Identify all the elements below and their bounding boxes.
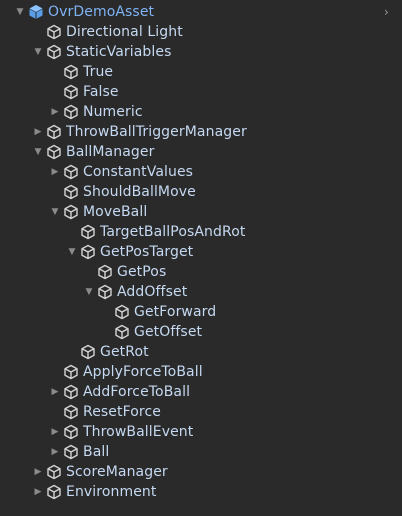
- hierarchy-panel: ▼ OvrDemoAsset › ▶Directional Light▼Stat…: [0, 0, 402, 516]
- collapse-arrow-icon[interactable]: ▶: [32, 482, 44, 502]
- gameobject-cube-icon: [63, 184, 79, 200]
- hierarchy-item[interactable]: ▶ ThrowBallTriggerManager: [0, 122, 402, 142]
- collapse-arrow-icon[interactable]: ▶: [32, 122, 44, 142]
- hierarchy-item[interactable]: ▼ MoveBall: [0, 202, 402, 222]
- expand-arrow-icon[interactable]: ▼: [49, 202, 61, 222]
- gameobject-cube-icon: [46, 124, 62, 140]
- hierarchy-item-label: ApplyForceToBall: [83, 364, 203, 380]
- hierarchy-item-label: BallManager: [66, 144, 155, 160]
- hierarchy-item[interactable]: ▼ BallManager: [0, 142, 402, 162]
- hierarchy-item-label: ThrowBallTriggerManager: [66, 124, 247, 140]
- gameobject-cube-icon: [63, 104, 79, 120]
- hierarchy-item[interactable]: ▶ Environment: [0, 482, 402, 502]
- collapse-arrow-icon[interactable]: ▶: [49, 382, 61, 402]
- gameobject-cube-icon: [63, 64, 79, 80]
- hierarchy-item-label: AddOffset: [117, 284, 188, 300]
- collapse-arrow-icon[interactable]: ▶: [49, 422, 61, 442]
- hierarchy-item-label: ThrowBallEvent: [83, 424, 194, 440]
- hierarchy-item-label: MoveBall: [83, 204, 148, 220]
- hierarchy-root-row[interactable]: ▼ OvrDemoAsset ›: [0, 2, 402, 22]
- hierarchy-item-label: GetForward: [134, 304, 217, 320]
- hierarchy-item[interactable]: ▶TargetBallPosAndRot: [0, 222, 402, 242]
- hierarchy-item[interactable]: ▶ Numeric: [0, 102, 402, 122]
- hierarchy-item[interactable]: ▶ ConstantValues: [0, 162, 402, 182]
- gameobject-cube-icon: [114, 304, 130, 320]
- hierarchy-item-label: ScoreManager: [66, 464, 168, 480]
- gameobject-cube-icon: [63, 364, 79, 380]
- hierarchy-item-label: ResetForce: [83, 404, 161, 420]
- gameobject-cube-icon: [97, 284, 113, 300]
- gameobject-cube-icon: [46, 484, 62, 500]
- hierarchy-item[interactable]: ▶ResetForce: [0, 402, 402, 422]
- hierarchy-item[interactable]: ▶GetPos: [0, 262, 402, 282]
- gameobject-cube-icon: [63, 424, 79, 440]
- hierarchy-item[interactable]: ▶False: [0, 82, 402, 102]
- hierarchy-item[interactable]: ▼ GetPosTarget: [0, 242, 402, 262]
- collapse-arrow-icon[interactable]: ▶: [49, 442, 61, 462]
- gameobject-cube-icon: [63, 384, 79, 400]
- expand-arrow-icon[interactable]: ▼: [32, 142, 44, 162]
- gameobject-cube-icon: [63, 204, 79, 220]
- gameobject-cube-icon: [63, 164, 79, 180]
- hierarchy-item-label: StaticVariables: [66, 44, 172, 60]
- collapse-arrow-icon[interactable]: ▶: [49, 162, 61, 182]
- chevron-right-icon[interactable]: ›: [384, 6, 396, 18]
- hierarchy-item[interactable]: ▶ShouldBallMove: [0, 182, 402, 202]
- hierarchy-item-label: GetPosTarget: [100, 244, 194, 260]
- expand-arrow-icon[interactable]: ▼: [83, 282, 95, 302]
- hierarchy-item-label: TargetBallPosAndRot: [100, 224, 246, 240]
- hierarchy-item-label: Ball: [83, 444, 110, 460]
- hierarchy-item-label: ConstantValues: [83, 164, 194, 180]
- hierarchy-item-label: GetPos: [117, 264, 167, 280]
- gameobject-cube-icon: [80, 244, 96, 260]
- expand-arrow-icon[interactable]: ▼: [32, 42, 44, 62]
- hierarchy-item-label: Numeric: [83, 104, 143, 120]
- gameobject-cube-icon: [63, 84, 79, 100]
- hierarchy-item[interactable]: ▼ AddOffset: [0, 282, 402, 302]
- expand-arrow-icon[interactable]: ▼: [66, 242, 78, 262]
- hierarchy-item-label: True: [83, 64, 114, 80]
- hierarchy-item[interactable]: ▶ApplyForceToBall: [0, 362, 402, 382]
- gameobject-cube-icon: [46, 24, 62, 40]
- hierarchy-item[interactable]: ▶GetRot: [0, 342, 402, 362]
- hierarchy-item[interactable]: ▶GetForward: [0, 302, 402, 322]
- hierarchy-item-label: Directional Light: [66, 24, 183, 40]
- gameobject-cube-icon: [80, 224, 96, 240]
- gameobject-cube-icon: [46, 44, 62, 60]
- gameobject-cube-icon: [63, 444, 79, 460]
- hierarchy-item-label: ShouldBallMove: [83, 184, 196, 200]
- hierarchy-item[interactable]: ▶ ScoreManager: [0, 462, 402, 482]
- hierarchy-item[interactable]: ▶ Ball: [0, 442, 402, 462]
- hierarchy-item[interactable]: ▶ ThrowBallEvent: [0, 422, 402, 442]
- expand-arrow-icon[interactable]: ▼: [14, 2, 26, 22]
- hierarchy-item[interactable]: ▶True: [0, 62, 402, 82]
- hierarchy-item[interactable]: ▶ AddForceToBall: [0, 382, 402, 402]
- hierarchy-item-label: GetRot: [100, 344, 149, 360]
- hierarchy-root-label: OvrDemoAsset: [48, 4, 155, 20]
- gameobject-cube-icon: [46, 144, 62, 160]
- prefab-cube-icon: [28, 4, 44, 20]
- hierarchy-item-label: GetOffset: [134, 324, 203, 340]
- hierarchy-item[interactable]: ▶GetOffset: [0, 322, 402, 342]
- hierarchy-item[interactable]: ▶Directional Light: [0, 22, 402, 42]
- collapse-arrow-icon[interactable]: ▶: [32, 462, 44, 482]
- gameobject-cube-icon: [80, 344, 96, 360]
- hierarchy-item-label: False: [83, 84, 119, 100]
- hierarchy-item-label: AddForceToBall: [83, 384, 191, 400]
- gameobject-cube-icon: [63, 404, 79, 420]
- hierarchy-item[interactable]: ▼ StaticVariables: [0, 42, 402, 62]
- gameobject-cube-icon: [46, 464, 62, 480]
- gameobject-cube-icon: [114, 324, 130, 340]
- gameobject-cube-icon: [97, 264, 113, 280]
- collapse-arrow-icon[interactable]: ▶: [49, 102, 61, 122]
- hierarchy-item-label: Environment: [66, 484, 157, 500]
